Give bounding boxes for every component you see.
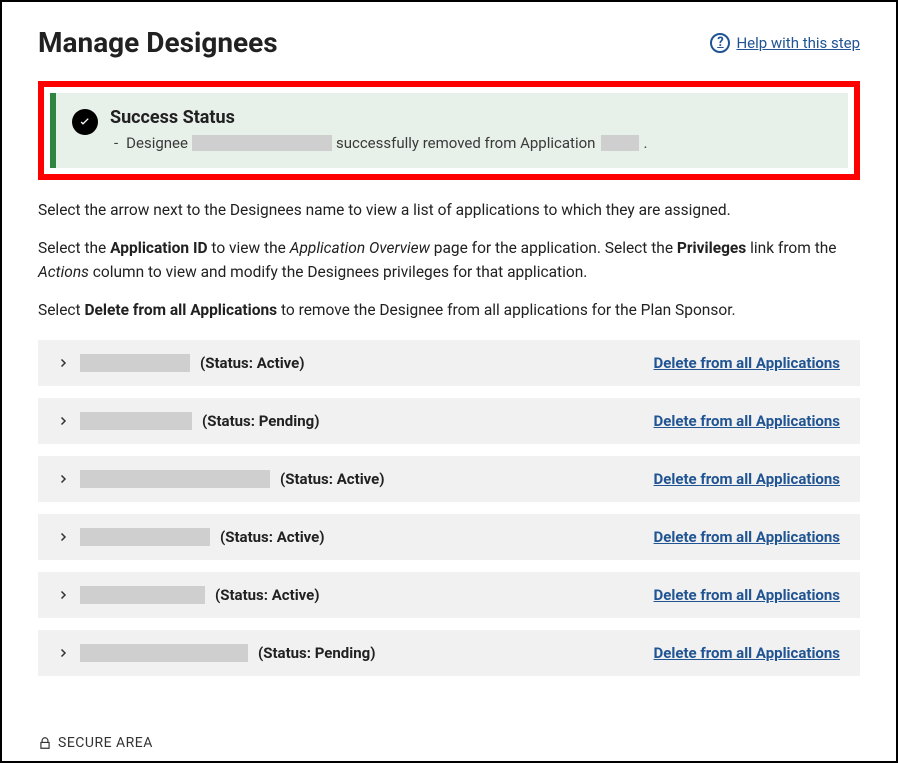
- redacted-designee-name: [80, 412, 192, 430]
- help-link[interactable]: ? Help with this step: [710, 33, 860, 53]
- delete-from-all-link[interactable]: Delete from all Applications: [654, 644, 840, 662]
- help-link-label: Help with this step: [736, 34, 860, 52]
- lock-icon: [38, 735, 52, 751]
- success-banner: Success Status - Designee successfully r…: [50, 93, 848, 168]
- redacted-designee-name: [80, 354, 190, 372]
- designee-row: (Status: Active) Delete from all Applicat…: [38, 572, 860, 618]
- chevron-right-icon[interactable]: [56, 530, 70, 544]
- designee-row: (Status: Active) Delete from all Applicat…: [38, 456, 860, 502]
- designee-row: (Status: Pending) Delete from all Applica…: [38, 630, 860, 676]
- delete-from-all-link[interactable]: Delete from all Applications: [654, 354, 840, 372]
- delete-from-all-link[interactable]: Delete from all Applications: [654, 586, 840, 604]
- intro-line-2: Select the Application ID to view the Ap…: [38, 236, 860, 284]
- delete-from-all-link[interactable]: Delete from all Applications: [654, 412, 840, 430]
- delete-from-all-link[interactable]: Delete from all Applications: [654, 470, 840, 488]
- success-title: Success Status: [110, 107, 830, 128]
- success-msg-mid: successfully removed from Application: [336, 134, 595, 152]
- intro-line-1: Select the arrow next to the Designees n…: [38, 198, 860, 222]
- status-label: (Status: Active): [200, 354, 305, 372]
- chevron-right-icon[interactable]: [56, 356, 70, 370]
- redacted-designee-name: [80, 586, 205, 604]
- designee-row: (Status: Active) Delete from all Applicat…: [38, 340, 860, 386]
- intro-line-3: Select Delete from all Applications to r…: [38, 298, 860, 322]
- success-msg-suffix: .: [643, 134, 647, 152]
- redacted-designee-name: [80, 644, 248, 662]
- designee-list: (Status: Active) Delete from all Applicat…: [38, 340, 860, 676]
- designee-row: (Status: Active) Delete from all Applicat…: [38, 514, 860, 560]
- chevron-right-icon[interactable]: [56, 588, 70, 602]
- chevron-right-icon[interactable]: [56, 414, 70, 428]
- success-msg-prefix: Designee: [126, 134, 188, 152]
- success-message: - Designee successfully removed from App…: [110, 134, 830, 152]
- page-title: Manage Designees: [38, 26, 278, 59]
- checkmark-icon: [72, 109, 98, 135]
- secure-area-footer: SECURE AREA: [38, 735, 153, 751]
- status-label: (Status: Pending): [202, 412, 319, 430]
- delete-from-all-link[interactable]: Delete from all Applications: [654, 528, 840, 546]
- success-highlight-box: Success Status - Designee successfully r…: [38, 81, 860, 180]
- chevron-right-icon[interactable]: [56, 472, 70, 486]
- designee-row: (Status: Pending) Delete from all Applica…: [38, 398, 860, 444]
- chevron-right-icon[interactable]: [56, 646, 70, 660]
- redacted-designee-name: [192, 135, 332, 151]
- status-label: (Status: Active): [280, 470, 385, 488]
- secure-area-label: SECURE AREA: [58, 735, 153, 751]
- help-icon: ?: [710, 33, 730, 53]
- status-label: (Status: Pending): [258, 644, 375, 662]
- status-label: (Status: Active): [215, 586, 320, 604]
- status-label: (Status: Active): [220, 528, 325, 546]
- redacted-designee-name: [80, 470, 270, 488]
- redacted-application-id: [601, 135, 639, 151]
- redacted-designee-name: [80, 528, 210, 546]
